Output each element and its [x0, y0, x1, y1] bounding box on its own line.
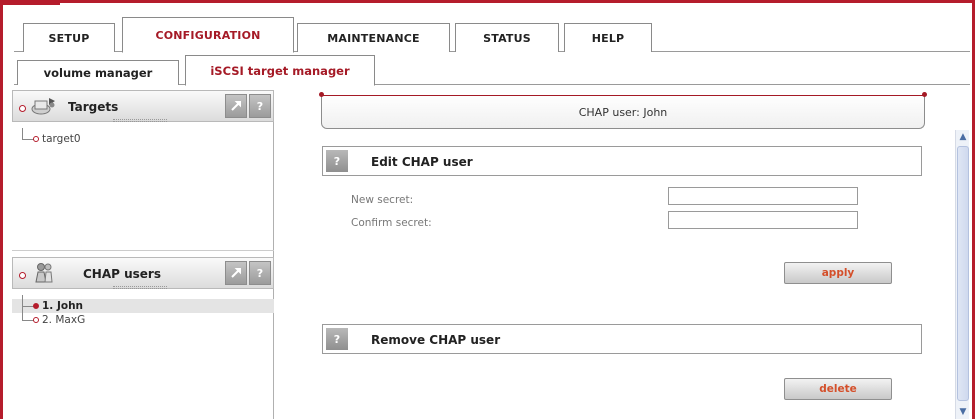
- new-secret-input[interactable]: [668, 187, 858, 205]
- header-dot-left: [319, 92, 324, 97]
- node-icon: [33, 136, 39, 142]
- section-title: Remove CHAP user: [371, 333, 501, 347]
- targets-panel-header[interactable]: Targets ?: [12, 90, 274, 122]
- targets-help-button[interactable]: ?: [249, 94, 271, 118]
- tree-item-label: target0: [42, 133, 81, 145]
- main-tab-bar: SETUP CONFIGURATION MAINTENANCE STATUS H…: [14, 17, 970, 53]
- subtab-volume-manager[interactable]: volume manager: [17, 60, 179, 85]
- left-panel: Targets ? target0 CHAP users ? 1. John 2…: [12, 90, 274, 419]
- tab-configuration[interactable]: CONFIGURATION: [122, 17, 294, 53]
- scroll-down-icon[interactable]: ▼: [958, 407, 968, 417]
- wrench-icon[interactable]: [225, 261, 247, 285]
- targets-tree: target0: [12, 128, 274, 146]
- apply-button[interactable]: apply: [784, 262, 892, 284]
- edit-help-button[interactable]: ?: [326, 150, 348, 172]
- chap-users-panel-header[interactable]: CHAP users ?: [12, 257, 274, 289]
- remove-help-button[interactable]: ?: [326, 328, 348, 350]
- top-accent-bar: [0, 0, 60, 5]
- page-header: CHAP user: John: [319, 92, 927, 129]
- vertical-scrollbar[interactable]: ▲ ▼: [955, 130, 969, 419]
- resize-grip[interactable]: [113, 286, 167, 289]
- scroll-thumb[interactable]: [957, 146, 969, 401]
- tab-maintenance[interactable]: MAINTENANCE: [297, 23, 450, 52]
- node-icon: [33, 303, 39, 309]
- tab-help[interactable]: HELP: [564, 23, 652, 52]
- tree-item-target0[interactable]: target0: [12, 128, 274, 146]
- scroll-up-icon[interactable]: ▲: [958, 132, 968, 142]
- section-title: Edit CHAP user: [371, 155, 473, 169]
- remove-chap-user-section-header: ? Remove CHAP user: [322, 324, 922, 354]
- edit-chap-user-section-header: ? Edit CHAP user: [322, 146, 922, 176]
- chap-users-panel-title: CHAP users: [83, 267, 161, 281]
- tree-item-john[interactable]: 1. John: [12, 295, 274, 313]
- confirm-secret-label: Confirm secret:: [351, 217, 432, 229]
- header-dot-right: [922, 92, 927, 97]
- tree-item-label: 2. MaxG: [42, 314, 86, 326]
- pin-icon: [19, 105, 26, 112]
- node-icon: [33, 317, 39, 323]
- targets-panel-title: Targets: [68, 100, 119, 114]
- content-area: CHAP user: John ? Edit CHAP user New sec…: [274, 86, 954, 419]
- page-title: CHAP user: John: [578, 106, 668, 119]
- delete-button[interactable]: delete: [784, 378, 892, 400]
- chap-users-help-button[interactable]: ?: [249, 261, 271, 285]
- users-icon: [31, 262, 57, 284]
- tree-item-maxg[interactable]: 2. MaxG: [12, 306, 274, 327]
- panel-divider: [12, 250, 274, 254]
- resize-grip[interactable]: [113, 119, 167, 122]
- tab-status[interactable]: STATUS: [455, 23, 559, 52]
- header-accent-line: [322, 95, 924, 96]
- tab-setup[interactable]: SETUP: [23, 23, 115, 52]
- sub-tab-bar: volume manager iSCSI target manager: [14, 55, 970, 86]
- new-secret-label: New secret:: [351, 194, 414, 206]
- wrench-icon[interactable]: [225, 94, 247, 118]
- chap-users-tree: 1. John 2. MaxG: [12, 295, 274, 327]
- subtab-iscsi-target-manager[interactable]: iSCSI target manager: [185, 55, 375, 86]
- tree-item-label: 1. John: [42, 300, 84, 312]
- targets-icon: [31, 95, 57, 117]
- pin-icon: [19, 272, 26, 279]
- confirm-secret-input[interactable]: [668, 211, 858, 229]
